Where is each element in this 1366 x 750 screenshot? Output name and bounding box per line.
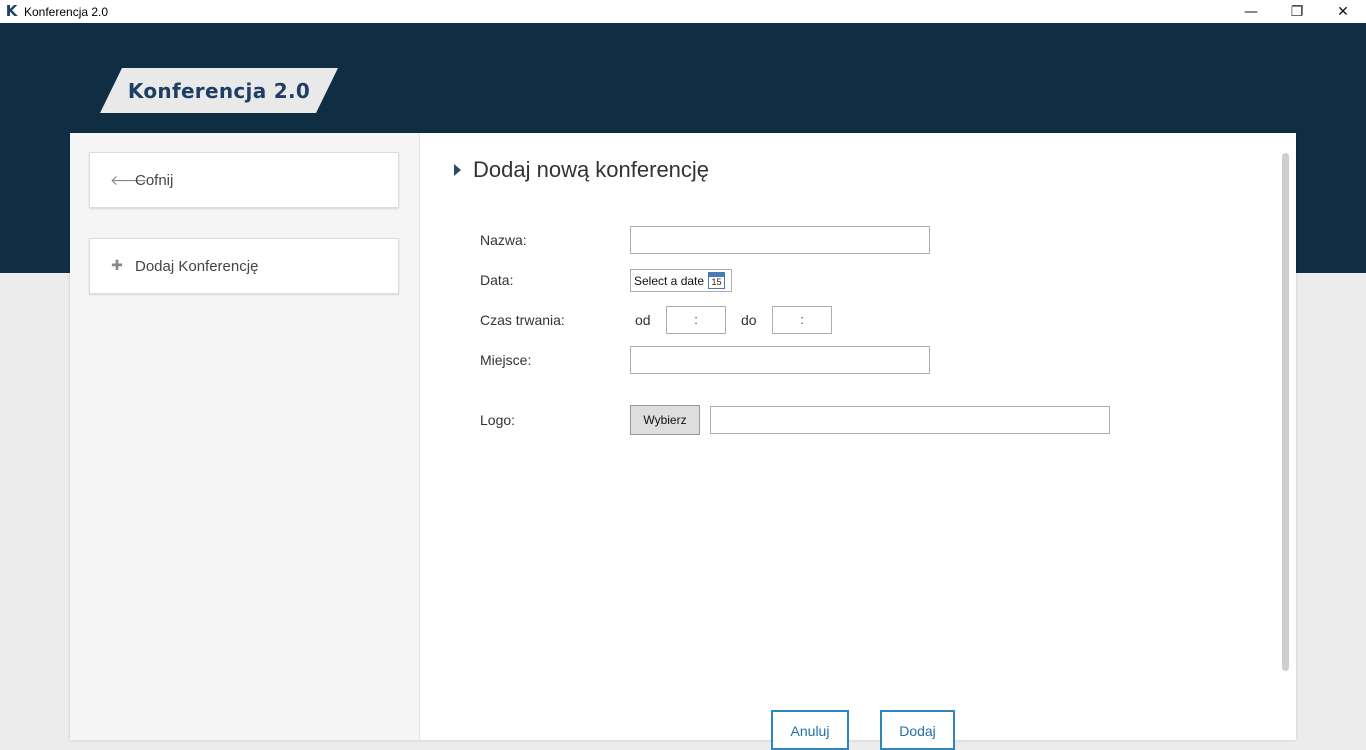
add-conference-nav-label: Dodaj Konferencję (135, 257, 259, 275)
cancel-button[interactable]: Anuluj (771, 710, 849, 750)
window-controls: — ❐ ✕ (1228, 0, 1366, 23)
name-label: Nazwa: (480, 232, 527, 248)
plus-icon: ✚ (111, 258, 123, 274)
logo-text: Konferencja 2.0 (127, 78, 311, 103)
window-titlebar: K Konferencja 2.0 — ❐ ✕ (0, 0, 1366, 23)
logo-path-input[interactable] (710, 406, 1110, 434)
sidebar: 🡐 Cofnij ✚ Dodaj Konferencję (70, 133, 420, 740)
logo-label: Logo: (480, 412, 516, 428)
close-window-button[interactable]: ✕ (1320, 0, 1366, 23)
minimize-icon: — (1244, 3, 1258, 20)
restore-icon: ❐ (1290, 3, 1304, 20)
page-heading: Dodaj nową konferencję (454, 157, 709, 183)
restore-button[interactable]: ❐ (1274, 0, 1320, 23)
add-conference-nav-button[interactable]: ✚ Dodaj Konferencję (89, 238, 399, 294)
date-placeholder: Select a date (634, 273, 705, 288)
choose-file-button[interactable]: Wybierz (630, 405, 700, 435)
name-input[interactable] (630, 226, 930, 254)
app-logo-icon: K (5, 2, 18, 20)
window-title: Konferencja 2.0 (24, 4, 109, 19)
main-card: 🡐 Cofnij ✚ Dodaj Konferencję Dodaj nową … (70, 133, 1296, 750)
calendar-day: 15 (711, 277, 722, 287)
place-label: Miejsce: (480, 352, 532, 368)
to-label: do (741, 312, 757, 328)
back-button[interactable]: 🡐 Cofnij (89, 152, 399, 208)
duration-label: Czas trwania: (480, 312, 565, 328)
scrollbar-thumb[interactable] (1282, 153, 1289, 671)
start-time-input[interactable]: : (666, 306, 726, 334)
app-logo-banner: Konferencja 2.0 (100, 68, 338, 113)
page-title: Dodaj nową konferencję (473, 157, 710, 182)
caret-right-icon (454, 164, 461, 176)
calendar-icon[interactable]: 15 (708, 272, 725, 289)
add-button[interactable]: Dodaj (880, 710, 955, 750)
place-input[interactable] (630, 346, 930, 374)
date-picker[interactable]: Select a date 15 (630, 269, 732, 292)
minimize-button[interactable]: — (1228, 0, 1274, 23)
date-label: Data: (480, 272, 514, 288)
arrow-left-icon: 🡐 (110, 172, 148, 189)
from-label: od (635, 312, 651, 328)
end-time-input[interactable]: : (772, 306, 832, 334)
back-button-label: Cofnij (135, 171, 174, 189)
close-icon: ✕ (1337, 3, 1349, 20)
